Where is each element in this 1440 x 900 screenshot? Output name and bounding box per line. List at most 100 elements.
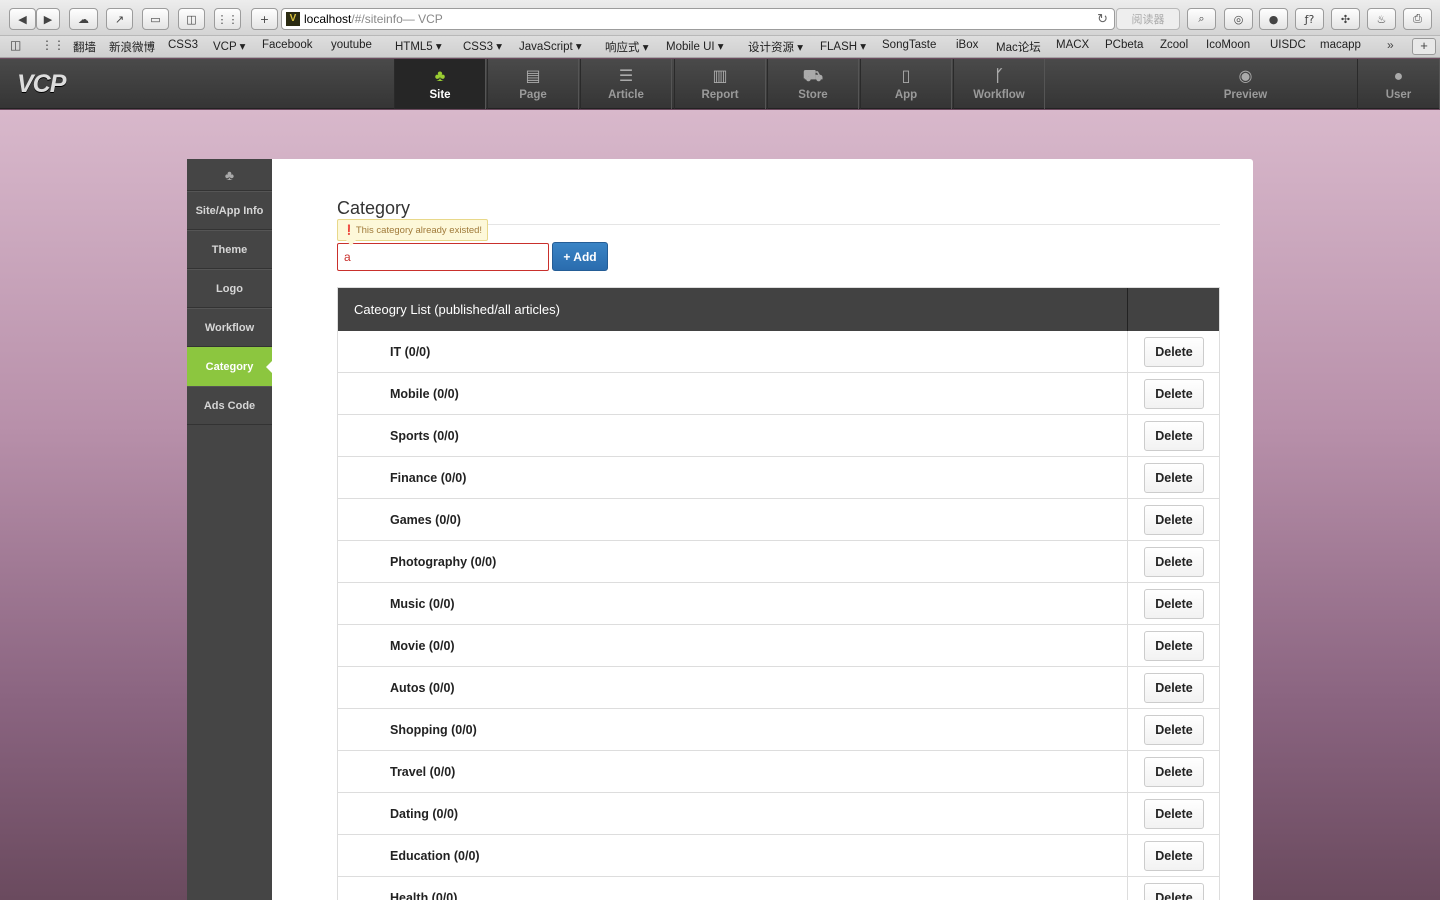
sidebar-item-category[interactable]: Category [187, 347, 273, 386]
phone-icon: ▯ [901, 68, 911, 85]
url-path: /#/siteinfo [351, 12, 403, 26]
warning-icon: ❗ [343, 224, 355, 236]
delete-button[interactable]: Delete [1144, 421, 1204, 451]
search-button[interactable]: ⌕ [1187, 8, 1216, 30]
sitemap-icon: ♣ [434, 68, 446, 85]
sidebar-item-workflow[interactable]: Workflow [187, 308, 272, 347]
delete-button[interactable]: Delete [1144, 673, 1204, 703]
delete-button[interactable]: Delete [1144, 547, 1204, 577]
bookmark-item[interactable]: Facebook [262, 39, 313, 51]
share-button[interactable]: ↗ [106, 8, 133, 30]
bookmark-item[interactable]: iBox [956, 39, 978, 51]
page-title: — VCP [402, 12, 443, 26]
delete-button[interactable]: Delete [1144, 589, 1204, 619]
extension-3-button[interactable]: ƒ? [1295, 8, 1324, 30]
top-sites-grid-icon[interactable]: ⋮⋮ [41, 38, 65, 52]
category-name-input[interactable] [337, 243, 549, 271]
bookmark-item[interactable]: VCP ▾ [213, 39, 245, 53]
puzzle-icon: ✣ [1340, 12, 1351, 26]
extension-1-button[interactable]: ◎ [1224, 8, 1253, 30]
delete-button[interactable]: Delete [1144, 379, 1204, 409]
category-name: Finance (0/0) [390, 471, 467, 485]
nav-label: Article [608, 89, 644, 101]
table-row: Finance (0/0) Delete [338, 457, 1219, 499]
bookmark-item[interactable]: IcoMoon [1206, 39, 1250, 51]
category-table: Cateogry List (published/all articles) I… [337, 287, 1220, 900]
bookmark-item[interactable]: PCbeta [1105, 39, 1143, 51]
delete-button[interactable]: Delete [1144, 757, 1204, 787]
bookmark-item[interactable]: macapp [1320, 39, 1361, 51]
delete-button[interactable]: Delete [1144, 631, 1204, 661]
bookmark-item[interactable]: Zcool [1160, 39, 1188, 51]
column-divider [1127, 793, 1128, 835]
bookmark-item[interactable]: FLASH ▾ [820, 39, 866, 53]
new-tab-button[interactable]: + [251, 8, 278, 30]
nav-app[interactable]: ▯ App [860, 59, 952, 109]
icloud-button[interactable]: ☁ [69, 8, 98, 30]
nav-store[interactable]: ⛟ Store [767, 59, 859, 109]
bookmark-item[interactable]: 新浪微博 [109, 39, 155, 55]
bookmark-item[interactable]: CSS3 ▾ [463, 39, 502, 53]
add-category-button[interactable]: + Add [552, 242, 608, 271]
table-header-label: Cateogry List (published/all articles) [354, 302, 560, 317]
bookmark-item[interactable]: HTML5 ▾ [395, 39, 442, 53]
nav-page[interactable]: ▤ Page [487, 59, 579, 109]
reader-button[interactable]: 阅读器 [1116, 8, 1180, 30]
vcp-favicon-icon: V [286, 12, 300, 26]
delete-button[interactable]: Delete [1144, 841, 1204, 871]
print-button[interactable]: ⎙ [1403, 8, 1432, 30]
nav-report[interactable]: ▥ Report [674, 59, 766, 109]
nav-label: User [1385, 89, 1412, 101]
extension-5-button[interactable]: ♨ [1367, 8, 1396, 30]
nav-user[interactable]: ● User [1357, 59, 1440, 109]
extension-2-button[interactable]: ● [1259, 8, 1288, 30]
reading-list-icon[interactable]: ◫ [10, 38, 21, 52]
bookmark-item[interactable]: 设计资源 ▾ [748, 39, 803, 55]
bookmark-item[interactable]: youtube [331, 39, 372, 51]
bookmark-item[interactable]: Mac论坛 [996, 39, 1041, 55]
bookmark-item[interactable]: UISDC [1270, 39, 1306, 51]
cart-icon: ⛟ [802, 68, 824, 85]
sidebar-item-theme[interactable]: Theme [187, 230, 272, 269]
browser-toolbar: ◀ ▶ ☁ ↗ ▭ ◫ ⋮⋮ + V localhost/#/siteinfo … [0, 0, 1440, 36]
nav-workflow[interactable]: ᚴ Workflow [953, 59, 1045, 109]
sidebar-item-site-app-info[interactable]: Site/App Info [187, 191, 272, 230]
nav-label: Report [701, 89, 739, 101]
bookmark-item[interactable]: 翻墙 [73, 39, 96, 55]
extension-4-button[interactable]: ✣ [1331, 8, 1360, 30]
delete-button[interactable]: Delete [1144, 463, 1204, 493]
sidebar-item-logo[interactable]: Logo [187, 269, 272, 308]
top-sites-button[interactable]: ⋮⋮ [214, 8, 241, 30]
nav-article[interactable]: ☰ Article [580, 59, 672, 109]
delete-button[interactable]: Delete [1144, 799, 1204, 829]
reload-icon[interactable]: ↻ [1097, 11, 1108, 27]
column-divider [1127, 625, 1128, 667]
nav-label: Preview [1223, 89, 1268, 101]
more-bookmarks-icon[interactable]: » [1387, 38, 1394, 52]
category-name: Travel (0/0) [390, 765, 456, 779]
bookmark-item[interactable]: SongTaste [882, 39, 936, 51]
sidebar-button[interactable]: ▭ [142, 8, 169, 30]
bookmark-item[interactable]: Mobile UI ▾ [666, 39, 724, 53]
forward-button[interactable]: ▶ [36, 8, 60, 30]
column-divider [1127, 583, 1128, 625]
category-name: IT (0/0) [390, 345, 431, 359]
bookmark-item[interactable]: JavaScript ▾ [519, 39, 582, 53]
delete-button[interactable]: Delete [1144, 715, 1204, 745]
nav-preview[interactable]: ◉ Preview [1199, 59, 1292, 109]
bookmark-item[interactable]: 响应式 ▾ [605, 39, 648, 55]
address-bar[interactable]: V localhost/#/siteinfo — VCP ↻ [281, 8, 1115, 30]
bookmarks-button[interactable]: ◫ [178, 8, 205, 30]
delete-button[interactable]: Delete [1144, 337, 1204, 367]
category-name: Games (0/0) [390, 513, 461, 527]
nav-site[interactable]: ♣ Site [394, 59, 486, 109]
delete-button[interactable]: Delete [1144, 883, 1204, 900]
delete-button[interactable]: Delete [1144, 505, 1204, 535]
function-icon: ƒ? [1304, 12, 1315, 26]
bookmark-item[interactable]: CSS3 [168, 39, 198, 51]
back-button[interactable]: ◀ [9, 8, 36, 30]
sidebar-item-ads-code[interactable]: Ads Code [187, 386, 272, 425]
add-tab-icon[interactable]: + [1412, 38, 1436, 55]
bookmark-item[interactable]: MACX [1056, 39, 1089, 51]
branch-icon: ᚴ [994, 68, 1004, 85]
